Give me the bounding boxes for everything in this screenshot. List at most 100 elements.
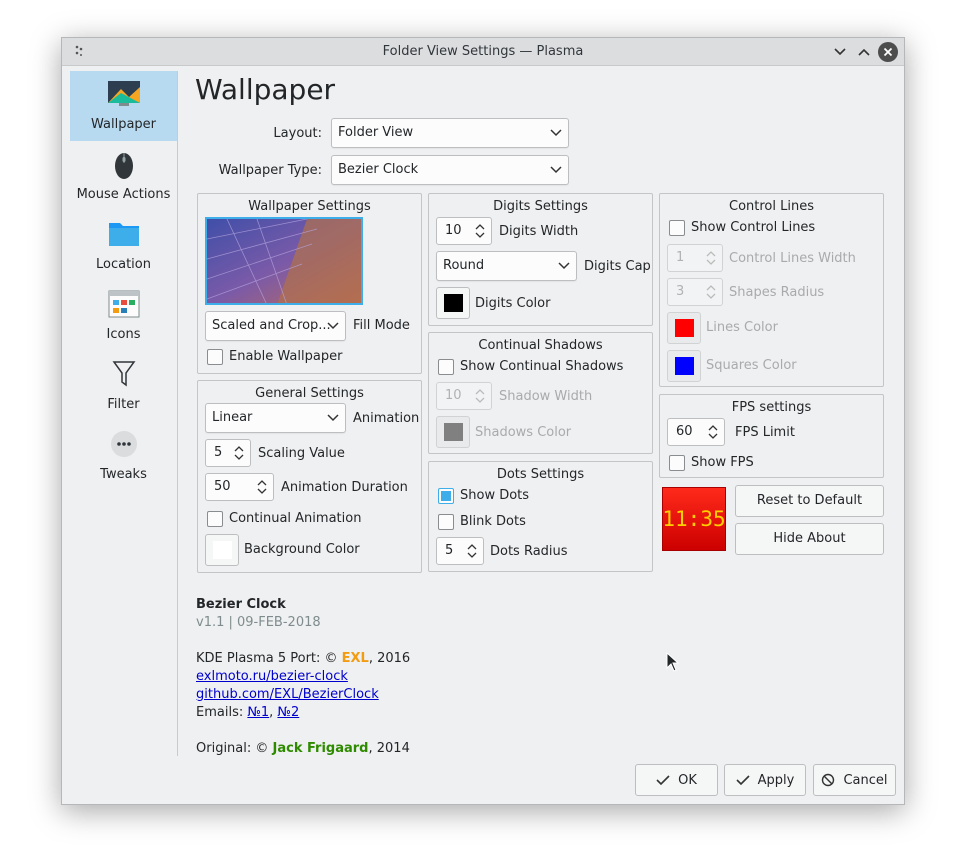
group-title: Control Lines <box>729 199 814 214</box>
control-lines-width-label: Control Lines Width <box>729 251 856 266</box>
control-lines-width-spinbox[interactable]: 1 <box>667 244 723 272</box>
animation-combo[interactable]: Linear <box>205 403 346 433</box>
color-swatch <box>444 294 463 312</box>
chevron-down-icon <box>834 48 846 56</box>
chevron-up-icon <box>858 48 870 56</box>
about-link-exlmoto[interactable]: exlmoto.ru/bezier-clock <box>196 669 348 684</box>
digits-settings-group: Digits Settings 10 Digits Width Round Di… <box>428 193 653 326</box>
enable-wallpaper-checkbox[interactable] <box>207 349 223 365</box>
checkmark-icon <box>736 775 750 786</box>
blink-dots-checkbox[interactable] <box>438 514 454 530</box>
about-original-author: Jack Frigaard <box>272 741 369 756</box>
layout-combo[interactable]: Folder View <box>331 118 569 148</box>
spin-arrows-icon[interactable] <box>257 478 267 496</box>
cancel-button[interactable]: Cancel <box>813 764 896 796</box>
dots-radius-label: Dots Radius <box>490 544 568 559</box>
close-button[interactable] <box>878 42 898 62</box>
fps-settings-group: FPS settings 60 FPS Limit Show FPS <box>659 394 884 478</box>
chevron-down-icon <box>550 166 562 174</box>
color-swatch <box>675 357 694 375</box>
control-lines-width-value: 1 <box>676 250 685 265</box>
spin-arrows-icon[interactable] <box>708 423 718 441</box>
close-icon <box>883 47 893 57</box>
filter-icon <box>107 359 141 391</box>
digits-cap-value: Round <box>443 258 485 273</box>
fill-mode-combo[interactable]: Scaled and Crop... <box>205 311 346 341</box>
mouse-icon <box>107 149 141 181</box>
spin-arrows-icon[interactable] <box>706 283 716 301</box>
digits-cap-combo[interactable]: Round <box>436 251 577 281</box>
folder-icon <box>107 219 141 251</box>
mouse-cursor-icon <box>666 652 680 672</box>
shapes-radius-label: Shapes Radius <box>729 285 825 300</box>
spin-arrows-icon[interactable] <box>234 444 244 462</box>
continual-animation-checkbox[interactable] <box>207 511 223 527</box>
show-control-lines-checkbox[interactable] <box>669 220 685 236</box>
show-fps-checkbox[interactable] <box>669 455 685 471</box>
show-dots-checkbox[interactable] <box>438 488 454 504</box>
squares-color-button[interactable] <box>667 350 701 382</box>
checkmark-icon <box>656 775 670 786</box>
animation-duration-label: Animation Duration <box>281 480 408 495</box>
sidebar-item-tweaks[interactable]: Tweaks <box>70 421 177 491</box>
layout-label: Layout: <box>273 126 322 141</box>
spin-arrows-icon[interactable] <box>475 222 485 240</box>
color-swatch <box>444 423 463 441</box>
reset-to-default-button[interactable]: Reset to Default <box>735 485 884 517</box>
sidebar-item-filter[interactable]: Filter <box>70 351 177 421</box>
background-color-button[interactable] <box>205 534 239 566</box>
enable-wallpaper-label: Enable Wallpaper <box>229 349 343 364</box>
about-version: v1.1 | 09-FEB-2018 <box>196 615 321 630</box>
sidebar: Wallpaper Mouse Actions Location Icons F… <box>70 71 178 756</box>
fps-limit-spinbox[interactable]: 60 <box>667 418 725 446</box>
digits-color-button[interactable] <box>436 287 470 319</box>
sidebar-item-mouse-actions[interactable]: Mouse Actions <box>70 141 177 211</box>
dots-settings-group: Dots Settings Show Dots Blink Dots 5 Dot… <box>428 461 653 572</box>
hide-about-button[interactable]: Hide About <box>735 523 884 555</box>
wallpaper-preview[interactable] <box>205 217 363 305</box>
spin-arrows-icon[interactable] <box>475 387 485 405</box>
animation-value: Linear <box>212 410 253 425</box>
show-continual-shadows-checkbox[interactable] <box>438 359 454 375</box>
show-dots-label: Show Dots <box>460 488 530 503</box>
digits-width-label: Digits Width <box>499 224 579 239</box>
continual-shadows-group: Continual Shadows Show Continual Shadows… <box>428 332 653 454</box>
chevron-down-icon <box>550 129 562 137</box>
email-link-1[interactable]: №1 <box>247 705 269 720</box>
dots-radius-value: 5 <box>445 543 454 558</box>
email-link-2[interactable]: №2 <box>277 705 299 720</box>
group-title: FPS settings <box>731 400 812 415</box>
sidebar-item-icons[interactable]: Icons <box>70 281 177 351</box>
apply-button[interactable]: Apply <box>724 764 806 796</box>
dots-radius-spinbox[interactable]: 5 <box>436 537 484 565</box>
color-swatch <box>213 541 232 559</box>
shapes-radius-spinbox[interactable]: 3 <box>667 278 723 306</box>
wallpaper-type-combo[interactable]: Bezier Clock <box>331 155 569 185</box>
group-title: Wallpaper Settings <box>248 199 371 214</box>
about-link-github[interactable]: github.com/EXL/BezierClock <box>196 687 379 702</box>
squares-color-label: Squares Color <box>706 358 797 373</box>
ok-button[interactable]: OK <box>635 764 718 796</box>
fill-mode-label: Fill Mode <box>353 318 410 333</box>
layout-combo-value: Folder View <box>338 125 414 140</box>
cancel-icon <box>822 773 835 787</box>
shadow-width-spinbox[interactable]: 10 <box>436 382 492 410</box>
sidebar-item-location[interactable]: Location <box>70 211 177 281</box>
scaling-value-spinbox[interactable]: 5 <box>205 439 251 467</box>
spin-arrows-icon[interactable] <box>706 249 716 267</box>
fill-mode-value: Scaled and Crop... <box>212 318 331 333</box>
title-bar[interactable]: Folder View Settings — Plasma <box>62 38 904 66</box>
digits-width-spinbox[interactable]: 10 <box>436 217 492 245</box>
scaling-value: 5 <box>214 445 223 460</box>
shadows-color-button[interactable] <box>436 416 470 448</box>
chevron-down-icon <box>327 322 339 330</box>
group-title: General Settings <box>255 386 364 401</box>
maximize-button[interactable] <box>854 42 874 62</box>
group-title: Continual Shadows <box>478 338 603 353</box>
spin-arrows-icon[interactable] <box>467 542 477 560</box>
minimize-button[interactable] <box>830 42 850 62</box>
about-port-author: EXL <box>341 651 369 666</box>
sidebar-item-wallpaper[interactable]: Wallpaper <box>70 71 177 141</box>
lines-color-button[interactable] <box>667 312 701 344</box>
animation-duration-spinbox[interactable]: 50 <box>205 473 274 501</box>
